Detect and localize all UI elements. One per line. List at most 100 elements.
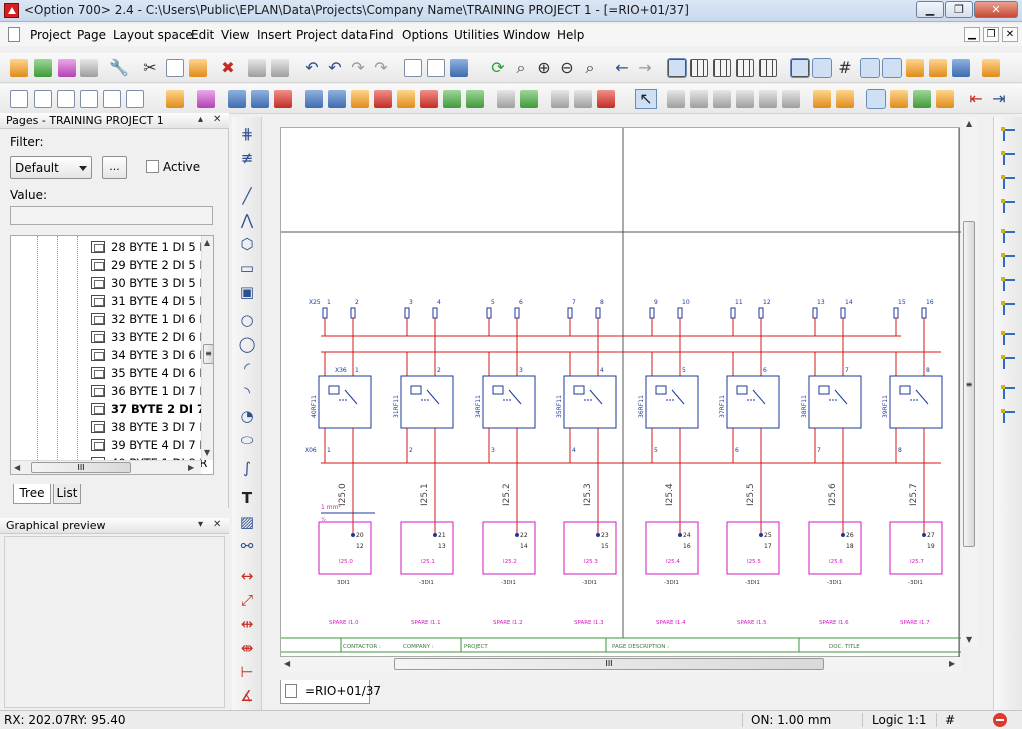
filter-select[interactable]: Default — [10, 156, 92, 179]
dimension-linear-icon[interactable]: ↔ — [238, 567, 256, 585]
menu-find[interactable]: Find — [369, 28, 394, 42]
document-tab[interactable]: =RIO+01/37 — [280, 680, 381, 704]
order-front-icon[interactable] — [813, 90, 831, 108]
menu-project-data[interactable]: Project data — [296, 28, 368, 42]
relay-column[interactable]: 37RF11 6 6 I25.5 25 17 I25.5 -3DI1 SPARE I1.5 — [719, 336, 780, 626]
filter-more-button[interactable]: ... — [102, 156, 127, 179]
rectangle-fill-icon[interactable]: ▣ — [238, 283, 256, 301]
grid-c-icon[interactable] — [713, 59, 731, 77]
menu-view[interactable]: View — [221, 28, 249, 42]
page-prev-icon[interactable] — [103, 90, 121, 108]
jump-left-icon[interactable]: ⇤ — [966, 89, 986, 109]
structure-box-icon[interactable] — [520, 90, 538, 108]
tree-horizontal-scrollbar[interactable]: ◀ III ▶ — [11, 460, 201, 474]
wrench-icon[interactable]: 🔧 — [109, 58, 129, 78]
terminal-icon[interactable] — [397, 90, 415, 108]
macro-icon[interactable] — [197, 90, 215, 108]
align-icon[interactable] — [759, 90, 777, 108]
canvas-scroll-down-icon[interactable]: ▼ — [966, 635, 972, 644]
zoom-100-icon[interactable]: ⌕ — [580, 58, 600, 78]
arc-icon[interactable]: ◜ — [238, 359, 256, 377]
terminal-symbol[interactable] — [595, 307, 601, 319]
terminal-symbol[interactable] — [758, 307, 764, 319]
connection-icon[interactable] — [305, 90, 323, 108]
dimension-angle-icon[interactable]: ∡ — [238, 687, 256, 705]
grid-d-icon[interactable] — [736, 59, 754, 77]
tab-list[interactable]: List — [53, 484, 81, 504]
check-icon[interactable] — [404, 59, 422, 77]
zoom-in-icon[interactable]: ⊕ — [534, 58, 554, 78]
jump-icon[interactable] — [1001, 385, 1017, 401]
tree-vertical-scrollbar[interactable]: ▲ ≡ ▼ — [201, 236, 213, 460]
wire-icon[interactable] — [982, 59, 1000, 77]
relay-box[interactable] — [726, 375, 780, 429]
tree-item-page[interactable]: 38 BYTE 3 DI 7 R — [91, 418, 207, 436]
t-node-left-icon[interactable] — [1001, 301, 1017, 317]
value-input[interactable] — [10, 206, 213, 225]
bus-icon[interactable] — [466, 90, 484, 108]
scroll-right-icon[interactable]: ▶ — [188, 463, 194, 472]
tree-item-page[interactable]: 39 BYTE 4 DI 7 R — [91, 436, 207, 454]
canvas-vscroll-thumb[interactable]: ≡ — [963, 221, 975, 547]
tree-item-page[interactable]: 29 BYTE 2 DI 5 R — [91, 256, 207, 274]
mdi-close-button[interactable]: ✕ — [1002, 27, 1018, 42]
view-c-icon[interactable] — [913, 90, 931, 108]
terminal-symbol[interactable] — [567, 307, 573, 319]
monitor-icon[interactable] — [450, 59, 468, 77]
terminal-symbol[interactable] — [322, 307, 328, 319]
relay-box[interactable] — [400, 375, 454, 429]
preview-panel-pin-icon[interactable]: ▾ — [198, 519, 203, 530]
zoom-out-icon[interactable]: ⊖ — [557, 58, 577, 78]
menu-layout-space[interactable]: Layout space — [113, 28, 193, 42]
canvas-scroll-up-icon[interactable]: ▲ — [966, 119, 972, 128]
cable-icon[interactable] — [351, 90, 369, 108]
hatch-icon[interactable] — [551, 90, 569, 108]
mirror-icon[interactable] — [690, 90, 708, 108]
dimension-aligned-icon[interactable]: ⤢ — [238, 591, 256, 609]
device-b-icon[interactable] — [251, 90, 269, 108]
eraser-icon[interactable] — [271, 59, 289, 77]
tree-item-page[interactable]: 33 BYTE 2 DI 6 R — [91, 328, 207, 346]
relay-column[interactable]: 39RF11 8 8 I25.7 27 19 I25.7 -3DI1 SPARE I1.7 — [882, 336, 943, 626]
preview-panel-close-icon[interactable]: ✕ — [213, 519, 221, 530]
redo-icon[interactable]: ↷ — [348, 58, 368, 78]
cross-b-icon[interactable] — [1001, 355, 1017, 371]
relay-box[interactable] — [808, 375, 862, 429]
order-back-icon[interactable] — [836, 90, 854, 108]
grid-b-icon[interactable] — [690, 59, 708, 77]
canvas-hscroll-thumb[interactable]: III — [394, 658, 824, 670]
view-b-icon[interactable] — [890, 90, 908, 108]
device-c-icon[interactable] — [274, 90, 292, 108]
polygon-icon[interactable]: ⬡ — [238, 235, 256, 253]
counter-icon[interactable] — [929, 59, 947, 77]
symbol-icon[interactable] — [166, 90, 184, 108]
open-project-icon[interactable] — [34, 59, 52, 77]
parallel-line-icon[interactable]: ≢ — [238, 149, 256, 167]
tree-scroll-thumb[interactable]: ≡ — [203, 344, 213, 364]
menu-edit[interactable]: Edit — [191, 28, 214, 42]
tree-item-page[interactable]: 36 BYTE 1 DI 7 R — [91, 382, 207, 400]
zoom-window-icon[interactable]: ⌕ — [511, 58, 531, 78]
terminal-symbol[interactable] — [649, 307, 655, 319]
menu-insert[interactable]: Insert — [257, 28, 291, 42]
connection-b-icon[interactable] — [328, 90, 346, 108]
tree-item-page[interactable]: 34 BYTE 3 DI 6 R — [91, 346, 207, 364]
pages-panel-close-icon[interactable]: ✕ — [213, 114, 221, 125]
object-snap-icon[interactable] — [882, 58, 902, 78]
arc-3pt-icon[interactable]: ◝ — [238, 383, 256, 401]
circle-icon[interactable]: ○ — [238, 311, 256, 329]
text-icon[interactable]: T — [238, 489, 256, 507]
relay-box[interactable] — [889, 375, 943, 429]
tree-item-page[interactable]: 37 BYTE 2 DI 7 — [91, 400, 205, 418]
print-icon[interactable] — [80, 59, 98, 77]
t-node-right-icon[interactable] — [1001, 277, 1017, 293]
page-props-icon[interactable] — [57, 90, 75, 108]
menu-options[interactable]: Options — [402, 28, 448, 42]
schematic-drawing[interactable]: 1 2 3 4 5 6 7 8 9 10 11 12 13 14 15 16 40RF1111I25.0201… — [281, 128, 961, 658]
scroll-down-icon[interactable]: ▼ — [204, 448, 210, 457]
pages-panel-pin-icon[interactable]: ▴ — [198, 114, 203, 125]
dimension-ordinate-icon[interactable]: ⊢ — [238, 663, 256, 681]
page-next-icon[interactable] — [126, 90, 144, 108]
plc-icon[interactable] — [443, 90, 461, 108]
active-checkbox[interactable] — [146, 160, 159, 173]
